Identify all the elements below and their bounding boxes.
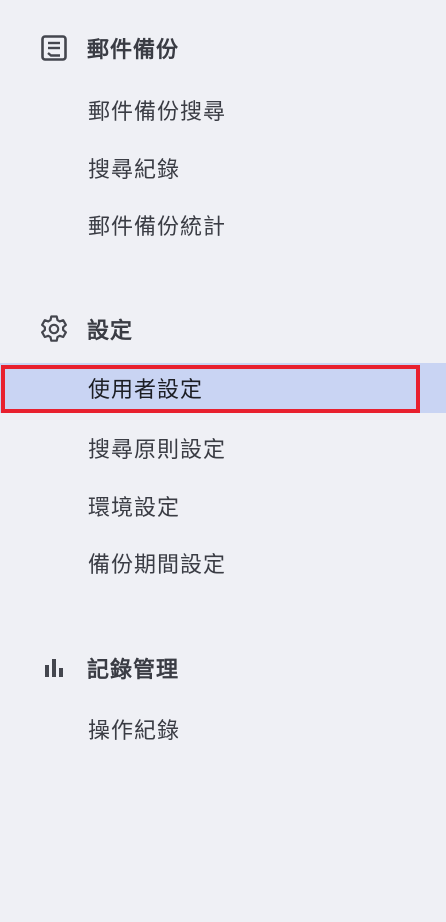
nav-item-label: 郵件備份統計 (88, 215, 227, 240)
sidebar-nav: 郵件備份 郵件備份搜尋 搜尋紀錄 郵件備份統計 設定 使用者設定 搜尋原則設定 … (0, 0, 446, 922)
nav-item-operation-log[interactable]: 操作紀錄 (0, 704, 446, 754)
nav-item-user-settings[interactable]: 使用者設定 (0, 363, 446, 413)
section-log-management[interactable]: 記錄管理 (0, 648, 446, 688)
nav-item-mail-backup-search[interactable]: 郵件備份搜尋 (0, 85, 446, 135)
nav-item-label: 操作紀錄 (88, 719, 181, 744)
bar-chart-icon (38, 652, 70, 684)
section-title: 郵件備份 (87, 38, 180, 63)
nav-item-label: 使用者設定 (88, 378, 204, 403)
nav-item-mail-backup-stats[interactable]: 郵件備份統計 (0, 200, 446, 250)
nav-item-label: 搜尋原則設定 (88, 438, 227, 463)
nav-item-label: 搜尋紀錄 (88, 158, 181, 183)
nav-item-backup-period-settings[interactable]: 備份期間設定 (0, 538, 446, 588)
section-title: 設定 (87, 319, 134, 344)
document-list-icon (38, 32, 70, 64)
nav-item-environment-settings[interactable]: 環境設定 (0, 481, 446, 531)
nav-item-label: 備份期間設定 (88, 553, 227, 578)
nav-item-label: 郵件備份搜尋 (88, 100, 227, 125)
nav-item-label: 環境設定 (88, 496, 181, 521)
nav-item-search-history[interactable]: 搜尋紀錄 (0, 143, 446, 193)
section-title: 記錄管理 (87, 658, 180, 683)
nav-item-search-policy-settings[interactable]: 搜尋原則設定 (0, 423, 446, 473)
gear-icon (38, 313, 70, 345)
section-settings[interactable]: 設定 (0, 309, 446, 349)
section-mail-backup[interactable]: 郵件備份 (0, 28, 446, 68)
